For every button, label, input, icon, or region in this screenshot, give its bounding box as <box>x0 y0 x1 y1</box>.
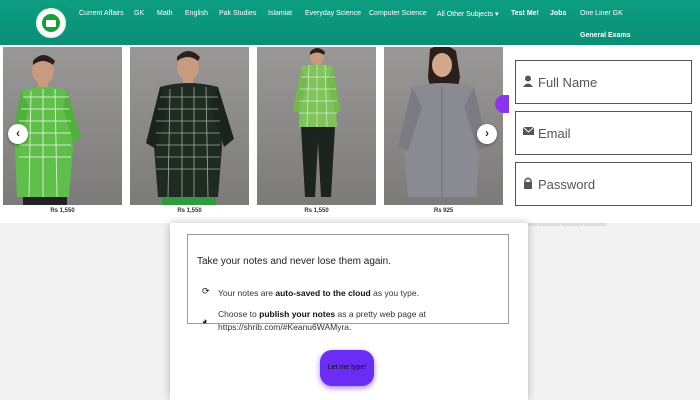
nav-test-me[interactable]: Test Me! <box>511 10 539 17</box>
nav-general-exams[interactable]: General Exams <box>580 32 631 39</box>
nav-jobs[interactable]: Jobs <box>550 10 566 17</box>
product-price: Rs 1,550 <box>177 208 202 214</box>
nav-gk[interactable]: GK <box>134 10 144 17</box>
form-progress <box>515 213 607 226</box>
carousel-next-button[interactable]: › <box>477 124 497 144</box>
let-me-type-button[interactable]: Let me type! <box>320 350 374 386</box>
logo-text: MCQS FORUM <box>39 4 67 9</box>
nav-all-other-subjects[interactable]: All Other Subjects ▾ <box>437 10 498 18</box>
product-card[interactable] <box>130 47 249 205</box>
publish-line: Choose to publish your notes as a pretty… <box>218 309 426 319</box>
signup-form: Full Name Email Password <box>512 45 700 226</box>
nav-everyday-science[interactable]: Everyday Science <box>305 10 361 17</box>
nav-current-affairs[interactable]: Current Affairs <box>79 10 124 17</box>
notes-panel: Take your notes and never lose them agai… <box>170 223 528 400</box>
product-carousel: Rs 1,550 Rs 1,550 Rs 1,550 Rs 925 ‹ › <box>0 45 512 223</box>
nav-one-liner-gk[interactable]: One Liner GK <box>580 10 623 17</box>
product-image <box>293 48 341 197</box>
product-image <box>146 51 234 205</box>
password-placeholder: Password <box>538 177 596 192</box>
product-price: Rs 925 <box>433 208 454 214</box>
globe-icon: ◕ <box>202 316 208 326</box>
carousel-prev-button[interactable]: ‹ <box>8 124 28 144</box>
nav-english[interactable]: English <box>185 10 208 17</box>
nav-pak-studies[interactable]: Pak Studies <box>219 10 256 17</box>
autosave-line: Your notes are auto-saved to the cloud a… <box>218 288 419 298</box>
product-price: Rs 1,550 <box>304 208 329 214</box>
password-field[interactable]: Password <box>515 162 692 206</box>
book-icon <box>46 20 56 27</box>
email-placeholder: Email <box>538 126 571 141</box>
nav-computer-science[interactable]: Computer Science <box>369 10 427 17</box>
site-logo[interactable]: MCQS FORUM <box>36 4 67 38</box>
envelope-icon <box>522 126 535 138</box>
full-name-field[interactable]: Full Name <box>515 60 692 104</box>
full-name-placeholder: Full Name <box>538 75 598 90</box>
note-heading: Take your notes and never lose them agai… <box>197 256 392 267</box>
lock-icon <box>523 177 533 189</box>
email-field[interactable]: Email <box>515 111 692 155</box>
user-icon <box>523 75 533 87</box>
nav-math[interactable]: Math <box>157 10 173 17</box>
top-nav: MCQS FORUM Current Affairs GK Math Engli… <box>0 0 700 45</box>
nav-islamiat[interactable]: Islamiat <box>268 10 292 17</box>
product-card[interactable] <box>257 47 376 205</box>
product-price: Rs 1,550 <box>50 208 75 214</box>
sync-icon: ⟳ <box>202 286 210 296</box>
publish-url[interactable]: https://shrib.com/#Keanu6WAMyra. <box>218 322 351 332</box>
side-tab[interactable] <box>495 95 509 113</box>
